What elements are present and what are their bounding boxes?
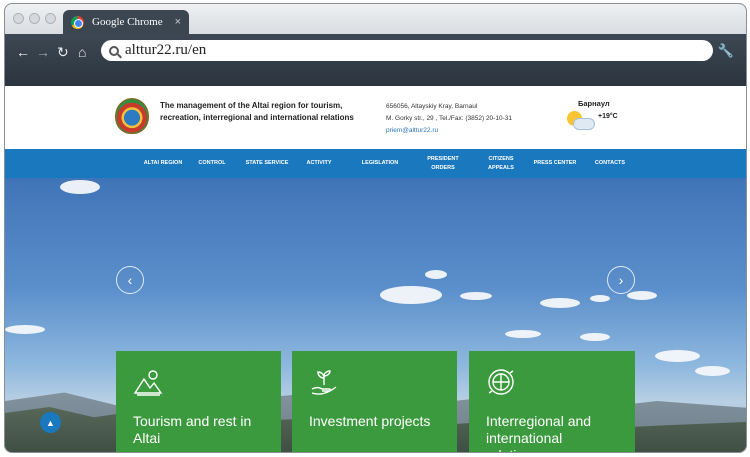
nav-item-altai-region[interactable]: ALTAI REGION [133, 149, 193, 178]
nav-item-control[interactable]: CONTROL [195, 149, 229, 178]
main-navigation: ALTAI REGION CONTROL STATE SERVICE ACTIV… [5, 149, 746, 178]
sky-cloud [380, 286, 442, 304]
scroll-to-top-button[interactable]: ▲ [40, 412, 61, 433]
sky-cloud [590, 295, 610, 302]
mountains-sun-icon [133, 367, 163, 397]
card-label: Interregional and international relation… [486, 413, 592, 452]
address-line-2: M. Gorky str., 29 , Tel./Fax: (3852) 20-… [386, 115, 512, 122]
sky-cloud [627, 291, 657, 300]
card-international-relations[interactable]: Interregional and international relation… [469, 351, 635, 452]
url-text[interactable]: alttur22.ru/en [125, 42, 206, 59]
sky-cloud [655, 350, 700, 362]
nav-item-contacts[interactable]: CONTACTS [591, 149, 629, 178]
sky-cloud [460, 292, 492, 300]
window-controls [13, 13, 56, 24]
tab-title: Google Chrome [92, 16, 163, 28]
home-icon[interactable]: ⌂ [78, 44, 86, 60]
minimize-window-button[interactable] [29, 13, 40, 24]
nav-item-legislation[interactable]: LEGISLATION [357, 149, 403, 178]
site-header: The management of the Altai region for t… [5, 86, 746, 149]
address-line-1: 656056, Altayskiy Kray, Barnaul [386, 103, 478, 110]
sky-cloud [60, 180, 100, 194]
close-window-button[interactable] [13, 13, 24, 24]
weather-temperature: +19°C [598, 113, 618, 120]
address-bar[interactable]: alttur22.ru/en [101, 40, 713, 61]
altai-coat-of-arms-logo[interactable] [115, 98, 149, 134]
card-tourism[interactable]: Tourism and rest in Altai [116, 351, 281, 452]
hero-slider: ‹ › Tourism and rest in Altai Investment… [5, 178, 746, 452]
sky-cloud [580, 333, 610, 341]
globe-arrows-icon [486, 367, 516, 397]
sky-cloud [695, 366, 730, 376]
browser-tab[interactable]: Google Chrome × [63, 10, 189, 34]
browser-window: Google Chrome × ← → ↻ ⌂ alttur22.ru/en 🔧… [5, 4, 746, 452]
organization-name[interactable]: The management of the Altai region for t… [160, 100, 375, 124]
browser-toolbar: ← → ↻ ⌂ alttur22.ru/en 🔧 [5, 34, 746, 90]
contact-info: 656056, Altayskiy Kray, Barnaul M. Gorky… [386, 101, 512, 137]
email-link[interactable]: priem@alttur22.ru [386, 125, 512, 137]
nav-item-citizens-appeals[interactable]: CITIZENS APPEALS [481, 149, 521, 178]
slider-prev-button[interactable]: ‹ [116, 266, 144, 294]
nav-item-activity[interactable]: ACTIVITY [303, 149, 335, 178]
nav-item-president-orders[interactable]: PRESIDENT ORDERS [423, 149, 463, 178]
partly-cloudy-icon [567, 109, 597, 131]
reload-icon[interactable]: ↻ [57, 44, 69, 60]
sky-cloud [540, 298, 580, 308]
card-label: Tourism and rest in Altai [133, 413, 252, 446]
tab-close-icon[interactable]: × [175, 16, 181, 28]
sky-cloud [425, 270, 447, 279]
web-page: The management of the Altai region for t… [5, 86, 746, 452]
nav-item-press-center[interactable]: PRESS CENTER [531, 149, 579, 178]
sky-cloud [505, 330, 541, 338]
hand-sprout-icon [309, 367, 339, 397]
back-arrow-icon[interactable]: ← [16, 44, 30, 60]
weather-city: Барнаул [578, 99, 610, 108]
forward-arrow-icon[interactable]: → [36, 44, 50, 60]
nav-item-state-service[interactable]: STATE SERVICE [243, 149, 291, 178]
card-investment[interactable]: Investment projects [292, 351, 457, 452]
search-icon [109, 45, 119, 56]
tab-bar: Google Chrome × [5, 4, 746, 34]
slider-next-button[interactable]: › [607, 266, 635, 294]
card-label: Investment projects [309, 413, 431, 429]
maximize-window-button[interactable] [45, 13, 56, 24]
chrome-logo-icon [71, 15, 84, 29]
sky-cloud [5, 325, 45, 334]
wrench-menu-icon[interactable]: 🔧 [718, 43, 734, 59]
